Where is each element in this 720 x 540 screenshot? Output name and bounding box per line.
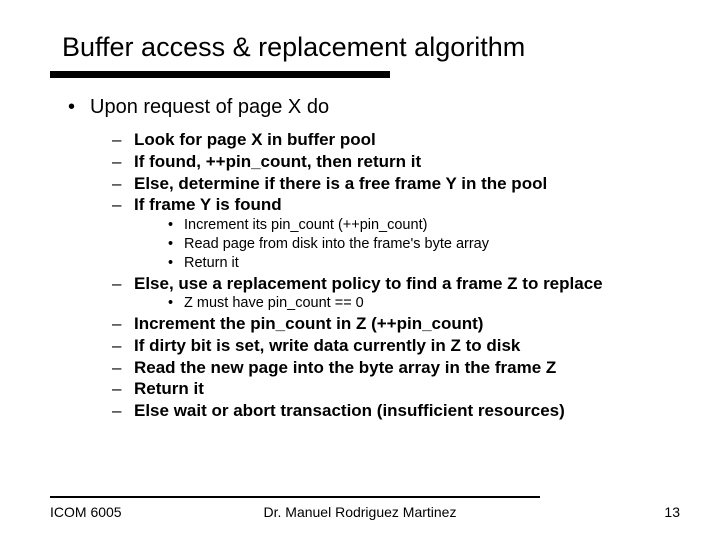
bullet-l1: •Upon request of page X do xyxy=(68,96,680,119)
bullet-l2: –Else, use a replacement policy to find … xyxy=(112,273,680,295)
bullet-l2: –Increment the pin_count in Z (++pin_cou… xyxy=(112,313,680,335)
bullet-l2: –Read the new page into the byte array i… xyxy=(112,357,680,379)
bullet-l2: –Return it xyxy=(112,378,680,400)
slide-footer: ICOM 6005 Dr. Manuel Rodriguez Martinez … xyxy=(0,496,720,520)
bullet-l2: –Else wait or abort transaction (insuffi… xyxy=(112,400,680,422)
slide-title: Buffer access & replacement algorithm xyxy=(62,32,680,63)
bullet-l3: •Return it xyxy=(168,254,680,273)
bullet-l2: –If found, ++pin_count, then return it xyxy=(112,151,680,173)
bullet-l3: •Read page from disk into the frame's by… xyxy=(168,235,680,254)
bullet-l2: –If dirty bit is set, write data current… xyxy=(112,335,680,357)
title-underline xyxy=(50,71,390,78)
footer-author: Dr. Manuel Rodriguez Martinez xyxy=(0,504,720,520)
bullet-l2: –Else, determine if there is a free fram… xyxy=(112,173,680,195)
bullet-l3: •Z must have pin_count == 0 xyxy=(168,294,680,313)
bullet-l2: –Look for page X in buffer pool xyxy=(112,129,680,151)
bullet-l2: –If frame Y is found xyxy=(112,194,680,216)
l1-text: Upon request of page X do xyxy=(90,96,329,118)
footer-rule xyxy=(50,496,540,498)
bullet-l3: •Increment its pin_count (++pin_count) xyxy=(168,216,680,235)
